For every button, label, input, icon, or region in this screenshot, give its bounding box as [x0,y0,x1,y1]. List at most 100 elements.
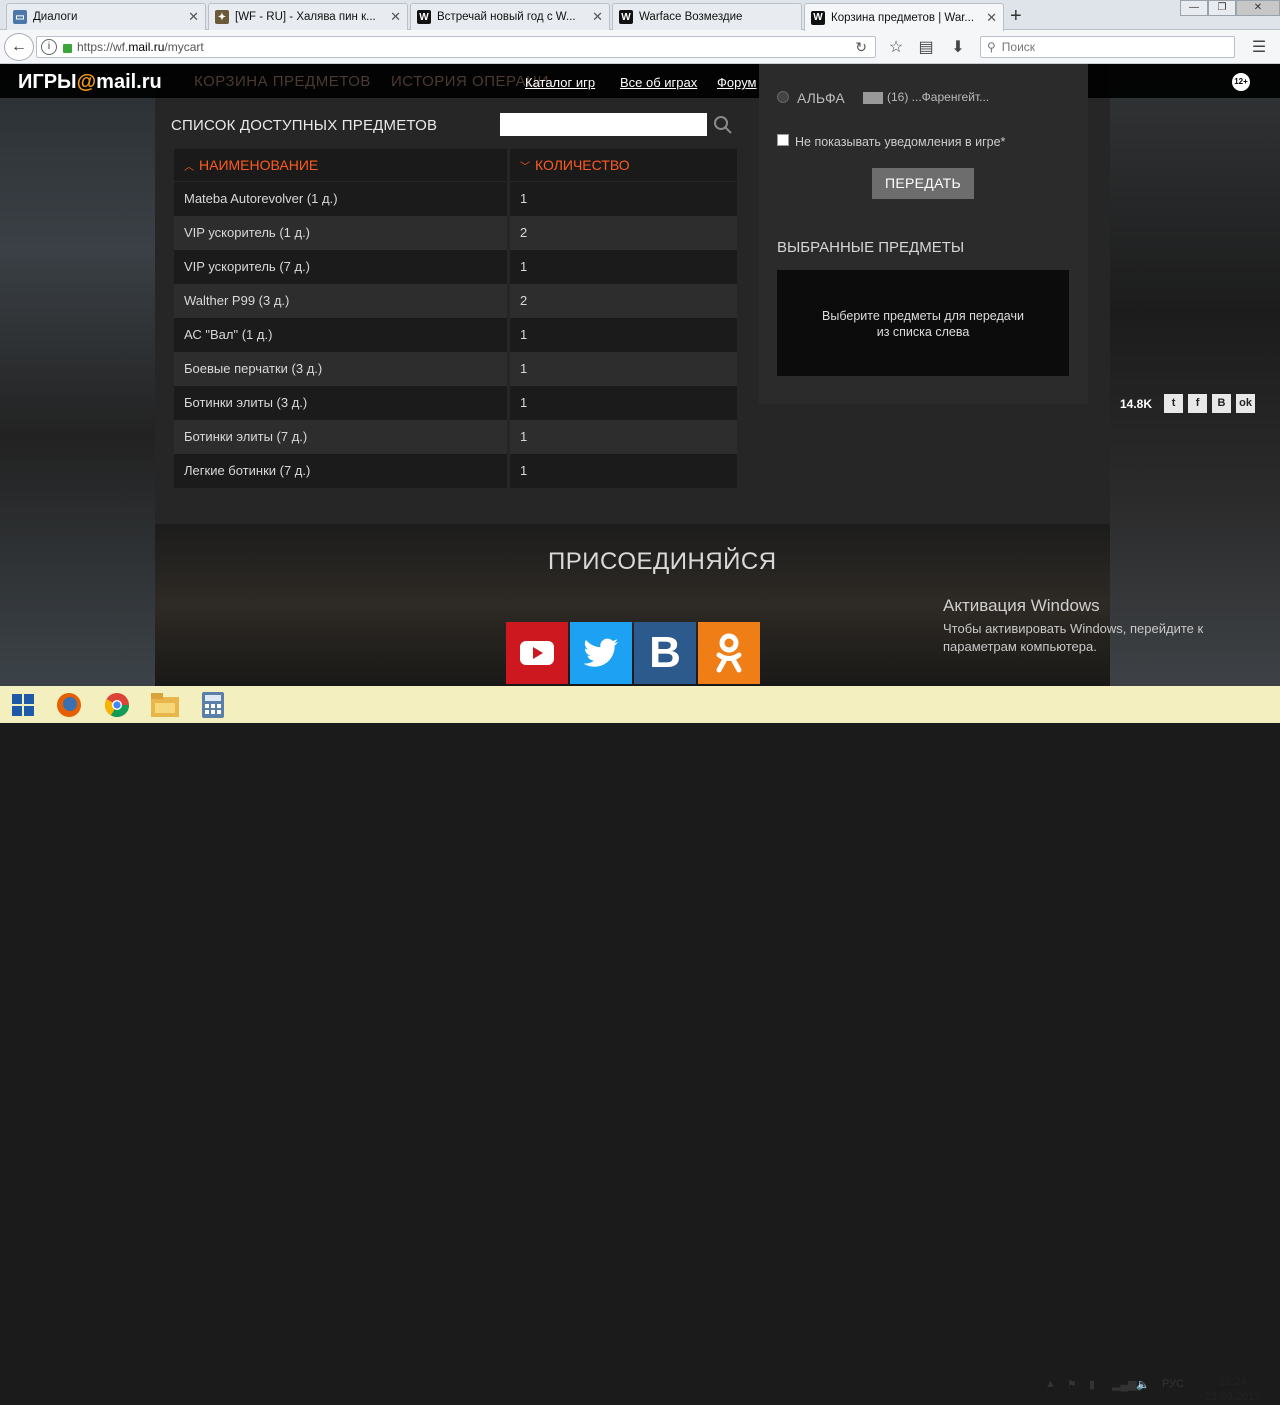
table-row[interactable]: Боевые перчатки (3 д.) 1 [174,352,737,386]
facebook-icon[interactable]: f [1188,394,1208,413]
link-forum[interactable]: Форум [717,75,757,90]
mailru-games-logo[interactable]: ИГРЫ@mail.ru [18,71,162,94]
downloads-icon[interactable]: ⬇ [944,34,972,60]
taskbar-explorer[interactable] [148,689,182,721]
close-tab-icon[interactable]: ✕ [390,9,401,25]
battery-icon[interactable]: ▮ [1089,1378,1095,1391]
no-notify-label: Не показывать уведомления в игре* [795,135,1006,149]
reload-icon[interactable]: ↻ [855,39,867,56]
minimize-button[interactable]: — [1180,0,1208,16]
column-header-name[interactable]: ︿ НАИМЕНОВАНИЕ [174,149,507,181]
menu-icon[interactable]: ☰ [1245,34,1273,60]
table-row[interactable]: Ботинки элиты (3 д.) 1 [174,386,737,420]
clock-time: 12:24 [1219,1376,1247,1388]
background-art-right [1110,64,1280,686]
send-button[interactable]: ПЕРЕДАТЬ [872,168,974,199]
clock-date: 21.03.2017 [1205,1391,1261,1403]
odnoklassniki-button[interactable] [698,622,760,684]
windows-activation-watermark: Активация Windows Чтобы активировать Win… [943,596,1203,656]
forum-favicon-icon: ✦ [215,10,229,24]
search-icon: ⚲ [987,40,996,54]
close-tab-icon[interactable]: ✕ [188,9,199,25]
tab-warface-vozmezdie[interactable]: W Warface Возмездие [612,3,802,30]
age-rating-badge: 12+ [1232,73,1250,91]
table-row[interactable]: VIP ускоритель (1 д.) 2 [174,216,737,250]
clock[interactable]: 12:24 21.03.2017 [1203,1375,1263,1405]
tab-title: Warface Возмездие [639,11,743,23]
item-qty: 1 [510,250,737,284]
table-row[interactable]: Mateba Autorevolver (1 д.) 1 [174,182,737,216]
table-row[interactable]: Ботинки элиты (7 д.) 1 [174,420,737,454]
table-row[interactable]: Walther P99 (3 д.) 2 [174,284,737,318]
taskbar-firefox[interactable] [52,689,86,721]
twitter-bird-icon [583,638,618,667]
close-tab-icon[interactable]: ✕ [986,10,997,26]
link-game-catalog[interactable]: Каталог игр [525,75,595,90]
youtube-icon [520,641,554,665]
close-tab-icon[interactable]: ✕ [592,9,603,25]
twitter-icon[interactable]: t [1164,394,1184,413]
bookmark-star-icon[interactable]: ☆ [882,34,910,60]
tray-expand-icon[interactable]: ▲ [1045,1378,1056,1390]
item-name: Ботинки элиты (3 д.) [174,386,507,420]
language-indicator[interactable]: РУС [1162,1378,1184,1390]
start-button[interactable] [6,689,40,721]
link-about-games[interactable]: Все об играх [620,75,697,90]
table-row[interactable]: Легкие ботинки (7 д.) 1 [174,454,737,488]
column-header-quantity[interactable]: ﹀ КОЛИЧЕСТВО [510,149,737,181]
item-qty: 1 [510,318,737,352]
odnoklassniki-icon[interactable]: ok [1236,394,1256,413]
tab-dialogs[interactable]: ▭ Диалоги ✕ [6,3,206,30]
chrome-icon [104,693,129,718]
selected-empty-line1: Выберите предметы для передачи [822,309,1024,323]
windows-logo-icon [12,694,34,716]
background-art-left [0,64,155,686]
volume-icon[interactable]: 🔈 [1136,1378,1150,1391]
tab-cart-active[interactable]: W Корзина предметов | War... ✕ [804,3,1004,31]
search-icon[interactable] [712,114,734,136]
item-qty: 1 [510,420,737,454]
item-name: Mateba Autorevolver (1 д.) [174,182,507,216]
flag-icon[interactable]: ⚑ [1067,1378,1077,1391]
item-search-input[interactable] [500,113,707,136]
taskbar-calculator[interactable] [196,689,230,721]
browser-nav-bar: ← i https://wf.mail.ru/mycart ↻ ⚲ Поиск … [0,30,1280,64]
url-bar[interactable]: i https://wf.mail.ru/mycart ↻ [36,36,876,58]
warface-favicon-icon: W [811,10,825,25]
tab-wf-forum[interactable]: ✦ [WF - RU] - Халява пин к... ✕ [208,3,408,30]
server-radio[interactable] [777,91,789,103]
back-button[interactable]: ← [4,33,34,61]
vk-button[interactable]: B [634,622,696,684]
window-controls: — ❐ ✕ [1180,0,1280,16]
network-signal-icon[interactable]: ▂▄▆ [1112,1378,1137,1391]
item-name: Боевые перчатки (3 д.) [174,352,507,386]
maximize-button[interactable]: ❐ [1208,0,1236,16]
close-window-button[interactable]: ✕ [1236,0,1280,16]
twitter-button[interactable] [570,622,632,684]
tab-new-year[interactable]: W Встречай новый год с W... ✕ [410,3,610,30]
warface-favicon-icon: W [417,10,431,24]
info-icon[interactable]: i [41,39,57,55]
table-row[interactable]: VIP ускоритель (7 д.) 1 [174,250,737,284]
browser-tab-bar: ▭ Диалоги ✕ ✦ [WF - RU] - Халява пин к..… [0,0,1280,31]
tab-title: [WF - RU] - Халява пин к... [235,11,376,23]
activation-line1: Чтобы активировать Windows, перейдите к [943,621,1204,636]
item-name: Ботинки элиты (7 д.) [174,420,507,454]
nav-cart-ghost[interactable]: КОРЗИНА ПРЕДМЕТОВ [194,73,371,90]
reading-list-icon[interactable]: ▤ [912,34,940,60]
join-title: ПРИСОЕДИНЯЙСЯ [548,548,777,575]
item-name: VIP ускоритель (1 д.) [174,216,507,250]
tab-title: Диалоги [33,11,78,23]
item-name: Легкие ботинки (7 д.) [174,454,507,488]
share-bar: 14.8K t f B ok [1120,394,1260,413]
player-label: (16) ...Фаренгейт... [863,90,989,104]
vk-favicon-icon: ▭ [13,10,27,24]
youtube-button[interactable] [506,622,568,684]
new-tab-button[interactable]: + [1010,5,1022,28]
vk-icon[interactable]: B [1212,394,1232,413]
table-row[interactable]: АС "Вал" (1 д.) 1 [174,318,737,352]
no-notify-checkbox[interactable] [777,134,789,146]
search-input[interactable]: ⚲ Поиск [980,36,1235,58]
item-qty: 1 [510,386,737,420]
taskbar-chrome[interactable] [100,689,134,721]
